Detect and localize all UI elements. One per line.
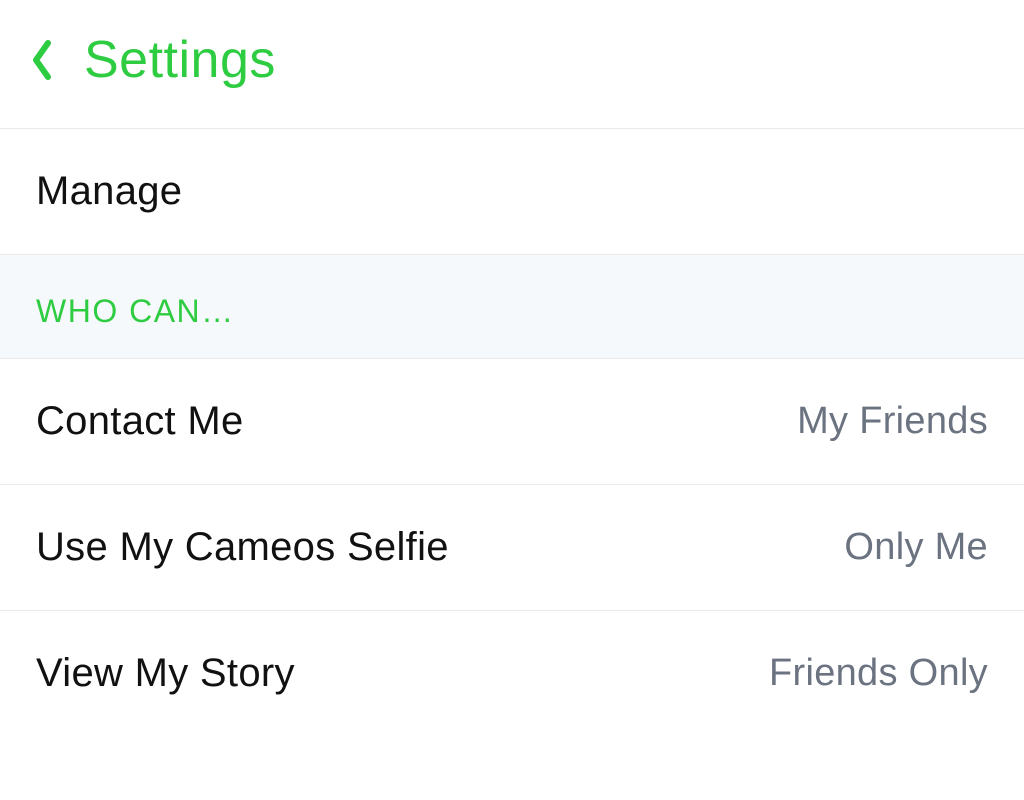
section-header-text: WHO CAN… bbox=[36, 293, 235, 329]
settings-header: Settings bbox=[0, 0, 1024, 129]
row-label-view-story: View My Story bbox=[36, 651, 295, 696]
back-icon[interactable] bbox=[30, 39, 54, 81]
row-label-contact-me: Contact Me bbox=[36, 399, 244, 444]
section-header-who-can: WHO CAN… bbox=[0, 255, 1024, 359]
row-label-manage: Manage bbox=[36, 169, 182, 214]
row-value-contact-me: My Friends bbox=[797, 400, 988, 443]
row-cameos[interactable]: Use My Cameos Selfie Only Me bbox=[0, 485, 1024, 611]
row-value-cameos: Only Me bbox=[844, 526, 988, 569]
row-contact-me[interactable]: Contact Me My Friends bbox=[0, 359, 1024, 485]
row-manage[interactable]: Manage bbox=[0, 129, 1024, 255]
row-value-view-story: Friends Only bbox=[769, 652, 988, 695]
page-title: Settings bbox=[84, 30, 276, 90]
row-label-cameos: Use My Cameos Selfie bbox=[36, 525, 449, 570]
row-view-story[interactable]: View My Story Friends Only bbox=[0, 611, 1024, 736]
